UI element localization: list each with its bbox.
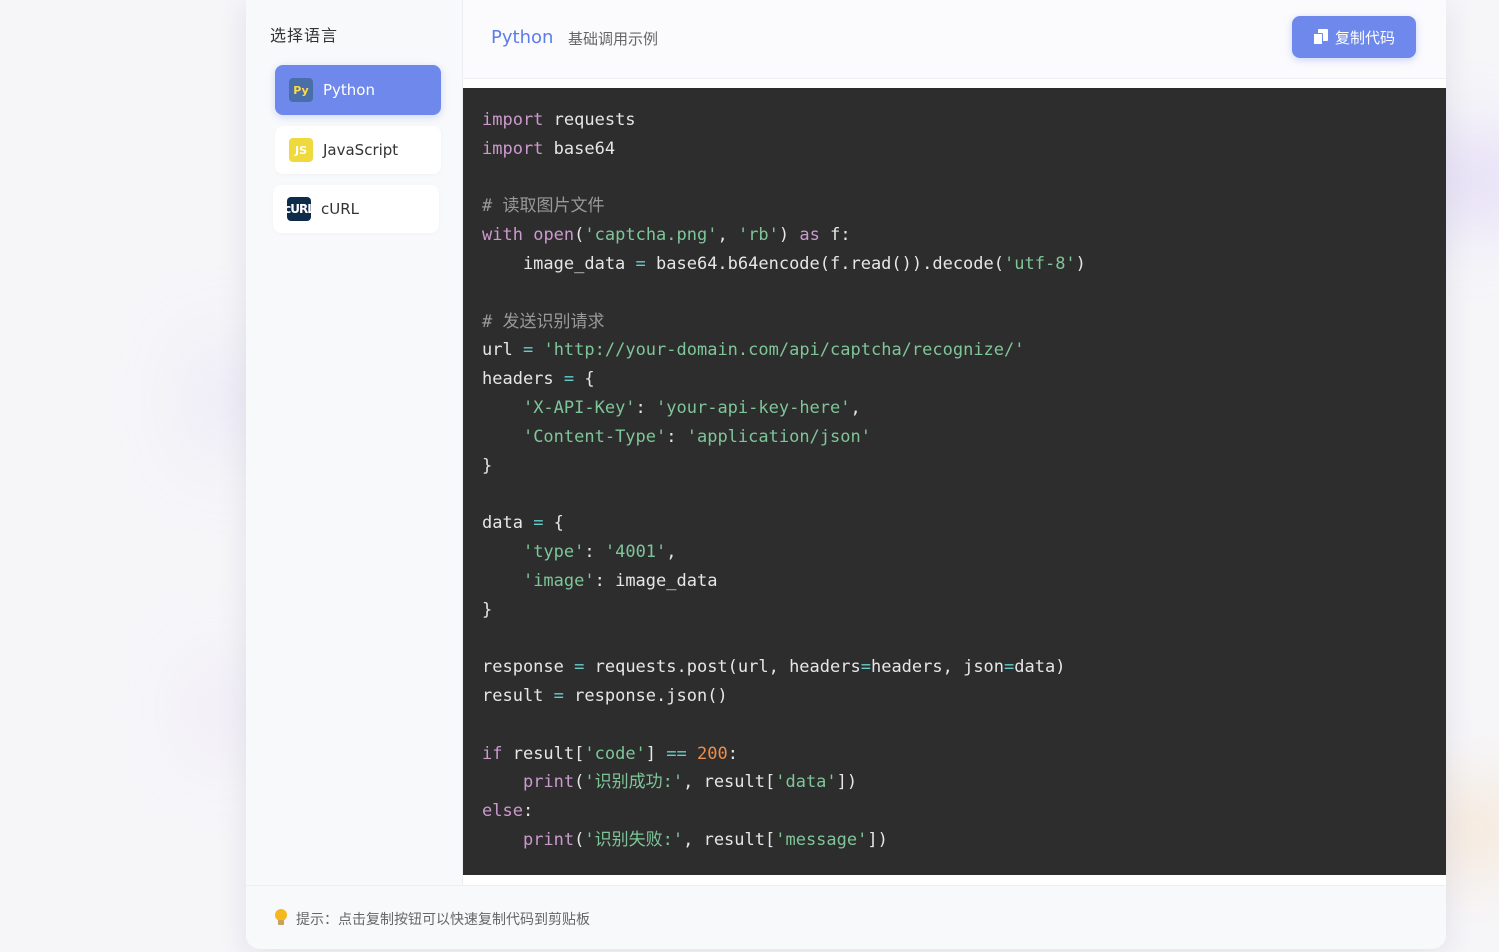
language-item-curl[interactable]: cURL cURL	[273, 185, 439, 233]
background-blob	[200, 660, 250, 760]
tip-footer: 提示：点击复制按钮可以快速复制代码到剪贴板	[246, 885, 1446, 949]
code-line: else:	[482, 801, 534, 822]
tip-text: 提示：点击复制按钮可以快速复制代码到剪贴板	[296, 912, 590, 928]
language-item-python[interactable]: Py Python	[275, 65, 441, 115]
copy-code-button[interactable]: 复制代码	[1292, 16, 1416, 58]
javascript-icon: JS	[289, 138, 313, 162]
sidebar-title: 选择语言	[270, 26, 339, 45]
code-line: }	[482, 455, 493, 476]
lightbulb-icon	[274, 909, 288, 927]
code-line: result = response.json()	[482, 685, 728, 706]
language-item-label: Python	[323, 81, 375, 99]
code-line: }	[482, 599, 493, 620]
curl-icon: cURL	[287, 197, 311, 221]
code-line: with open('captcha.png', 'rb') as f:	[482, 225, 851, 246]
language-item-label: cURL	[321, 200, 360, 218]
code-line: url = 'http://your-domain.com/api/captch…	[482, 340, 1025, 361]
language-sidebar: 选择语言 Py Python JS JavaScript cURL cURL	[246, 0, 463, 885]
code-line: 'image': image_data	[522, 570, 718, 591]
code-example-dialog: 选择语言 Py Python JS JavaScript cURL cURL P…	[246, 0, 1446, 949]
background-blob	[1440, 790, 1499, 870]
code-block[interactable]: import requests import base64 # 读取图片文件 wit…	[463, 88, 1446, 875]
code-line: 'X-API-Key': 'your-api-key-here',	[522, 397, 861, 418]
code-line: data = {	[482, 513, 564, 534]
python-icon: Py	[289, 78, 313, 102]
language-item-javascript[interactable]: JS JavaScript	[275, 126, 441, 174]
copy-code-label: 复制代码	[1334, 28, 1395, 47]
code-line: import requests	[482, 110, 636, 130]
code-content: import requests import base64 # 读取图片文件 wit…	[482, 106, 1086, 855]
background-blob	[1440, 140, 1499, 220]
code-line: image_data = base64.b64encode(f.read()).…	[482, 253, 1086, 274]
code-line: 'type': '4001',	[522, 541, 677, 562]
code-line: if result['code'] == 200:	[482, 743, 738, 764]
code-line: headers = {	[482, 369, 595, 390]
code-line: 'Content-Type': 'application/json'	[522, 426, 871, 447]
code-line: import base64	[482, 138, 616, 159]
code-line: print('识别失败:', result['message'])	[522, 829, 888, 850]
example-subtitle: 基础调用示例	[568, 30, 659, 48]
language-item-label: JavaScript	[323, 141, 399, 159]
code-line: response = requests.post(url, headers=he…	[482, 657, 1066, 678]
background-blob	[200, 340, 250, 460]
code-line: # 发送识别请求	[482, 311, 605, 332]
copy-icon	[1312, 29, 1329, 45]
code-header: Python 基础调用示例 复制代码	[463, 0, 1446, 79]
code-line: print('识别成功:', result['data'])	[522, 772, 858, 793]
code-line: # 读取图片文件	[482, 196, 605, 217]
current-language: Python	[491, 27, 554, 48]
